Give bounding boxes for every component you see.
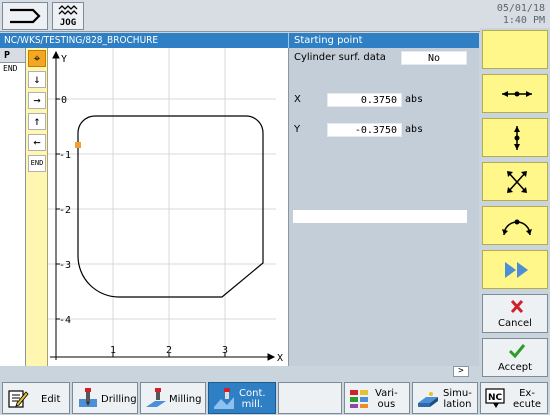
crosshair-icon[interactable]: ⌖ bbox=[28, 50, 46, 67]
drilling-label: Drilling bbox=[101, 393, 137, 405]
arrow-up-icon[interactable]: ↑ bbox=[28, 113, 46, 130]
arrow-down-icon[interactable]: ↓ bbox=[28, 71, 46, 88]
program-list-row[interactable]: END bbox=[0, 63, 25, 74]
contour-element-toolbar: ⌖ ↓ → ↑ ← END bbox=[26, 48, 48, 366]
x-tick-label: 3 bbox=[222, 345, 228, 356]
contour-graphic: Y X 0 -1 -2 -3 -4 1 2 3 bbox=[48, 48, 288, 366]
drilling-softkey[interactable]: Drilling bbox=[72, 382, 138, 414]
softkey-tangent-horizontal[interactable] bbox=[482, 74, 548, 113]
contour-milling-label: Cont. mill. bbox=[239, 383, 266, 415]
y-value-field[interactable]: -0.3750 bbox=[327, 123, 402, 137]
edit-label: Edit bbox=[41, 393, 61, 405]
various-softkey[interactable]: Vari- ous bbox=[344, 382, 410, 414]
svg-text:NC: NC bbox=[488, 393, 503, 403]
nc-execute-icon: NC bbox=[485, 388, 505, 408]
tangent-vertical-icon bbox=[514, 126, 520, 150]
accept-label: Accept bbox=[497, 362, 533, 373]
execute-softkey[interactable]: NC Ex- ecute bbox=[480, 382, 548, 414]
arc-icon bbox=[502, 219, 532, 236]
y-tick-label: -1 bbox=[59, 150, 71, 161]
y-tick-label: -4 bbox=[59, 315, 71, 326]
simulation-softkey[interactable]: Simu- lation bbox=[412, 382, 478, 414]
y-unit: abs bbox=[405, 124, 424, 135]
contour-milling-softkey[interactable]: Cont. mill. bbox=[208, 382, 276, 414]
x-tick-label: 1 bbox=[110, 345, 116, 356]
various-label-line2: ous bbox=[377, 399, 396, 410]
arrow-left-icon[interactable]: ← bbox=[28, 134, 46, 151]
cancel-icon bbox=[510, 299, 524, 314]
start-point-marker[interactable] bbox=[75, 142, 81, 148]
accept-button[interactable]: Accept bbox=[482, 338, 548, 377]
vertical-softkey-bar: Cancel Accept bbox=[480, 28, 550, 380]
drilling-icon bbox=[79, 388, 97, 407]
y-tick-label: -2 bbox=[59, 205, 71, 216]
grid bbox=[48, 48, 276, 353]
empty-input-field[interactable] bbox=[293, 210, 467, 223]
cylinder-surf-field[interactable]: No bbox=[401, 51, 467, 65]
softkey-blank-1[interactable] bbox=[482, 30, 548, 69]
x-tick-label: 2 bbox=[166, 345, 172, 356]
cancel-label: Cancel bbox=[498, 318, 532, 329]
x-value-field[interactable]: 0.3750 bbox=[327, 93, 402, 107]
cancel-button[interactable]: Cancel bbox=[482, 294, 548, 333]
diagonal-arrows-icon bbox=[507, 171, 527, 193]
simulation-label-line2: lation bbox=[443, 399, 472, 410]
milling-label: Milling bbox=[169, 393, 202, 405]
y-param-label: Y bbox=[294, 124, 301, 135]
double-arrow-right-icon bbox=[505, 262, 528, 278]
jog-mode-indicator: JOG bbox=[52, 2, 84, 30]
edit-softkey[interactable]: Edit bbox=[2, 382, 70, 414]
contour-milling-label-line1: Cont. bbox=[239, 388, 266, 399]
clock: 05/01/18 1:40 PM bbox=[497, 3, 545, 27]
execute-label: Ex- ecute bbox=[513, 383, 541, 415]
cylinder-surf-label: Cylinder surf. data bbox=[294, 52, 386, 63]
simulation-label: Simu- lation bbox=[443, 383, 472, 415]
contour-canvas: Y X 0 -1 -2 -3 -4 1 2 3 bbox=[48, 48, 283, 364]
tangent-horizontal-icon bbox=[502, 91, 532, 97]
scroll-right-indicator[interactable]: > bbox=[453, 366, 469, 377]
milling-softkey[interactable]: Milling bbox=[140, 382, 206, 414]
accept-icon bbox=[508, 344, 526, 359]
time-text: 1:40 PM bbox=[502, 15, 545, 26]
y-tick-label: 0 bbox=[61, 95, 67, 106]
contour-milling-icon bbox=[214, 388, 234, 409]
return-arrow-icon bbox=[10, 8, 41, 24]
top-status-bar: JOG 05/01/18 1:40 PM bbox=[0, 0, 550, 32]
axes bbox=[50, 50, 276, 361]
panel-title: Starting point bbox=[288, 33, 479, 48]
mode-label: JOG bbox=[59, 18, 77, 28]
program-path-header: NC/WKS/TESTING/828_BROCHURE bbox=[0, 33, 288, 48]
end-icon[interactable]: END bbox=[28, 155, 46, 172]
x-param-label: X bbox=[294, 94, 301, 105]
program-list-header: P bbox=[0, 48, 25, 63]
softkey-arc[interactable] bbox=[482, 206, 548, 245]
contour-path bbox=[77, 115, 264, 298]
various-label-line1: Vari- bbox=[375, 388, 398, 399]
softkey-tangent-vertical[interactable] bbox=[482, 118, 548, 157]
milling-icon bbox=[146, 388, 166, 407]
jog-wave-icon bbox=[58, 5, 78, 15]
simulation-label-line1: Simu- bbox=[443, 388, 472, 399]
softkey-forward[interactable] bbox=[482, 250, 548, 289]
parameter-panel: Cylinder surf. data No X 0.3750 abs Y -0… bbox=[288, 48, 479, 377]
simulation-icon bbox=[418, 392, 438, 407]
date-text: 05/01/18 bbox=[496, 3, 545, 14]
back-button[interactable] bbox=[2, 2, 48, 30]
execute-label-line2: ecute bbox=[513, 399, 542, 410]
x-axis-label: X bbox=[277, 353, 283, 364]
contour-milling-label-line2: mill. bbox=[241, 399, 263, 410]
horizontal-softkey-bar: Edit Drilling Milling Cont. mill. Vari- … bbox=[0, 380, 550, 415]
various-label: Vari- ous bbox=[375, 383, 398, 415]
program-list: P END bbox=[0, 48, 26, 366]
softkey-diagonal[interactable] bbox=[482, 162, 548, 201]
x-unit: abs bbox=[405, 94, 424, 105]
various-icon bbox=[350, 390, 368, 408]
y-tick-label: -3 bbox=[59, 260, 71, 271]
empty-softkey[interactable] bbox=[278, 382, 342, 414]
arrow-right-icon[interactable]: → bbox=[28, 92, 46, 109]
y-axis-label: Y bbox=[61, 54, 67, 65]
execute-label-line1: Ex- bbox=[519, 388, 535, 399]
edit-icon bbox=[8, 390, 29, 408]
